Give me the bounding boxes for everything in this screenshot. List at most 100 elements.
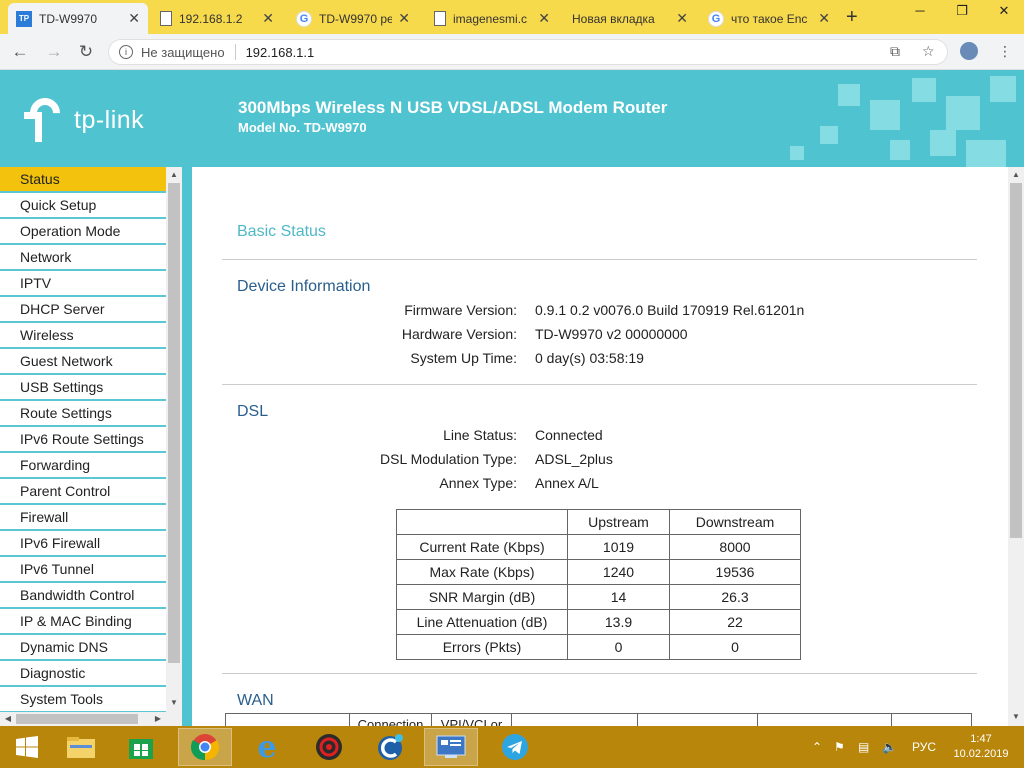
uptime-label: System Up Time: (410, 350, 517, 366)
annex-label: Annex Type: (439, 475, 517, 491)
menu-item-system-tools[interactable]: System Tools (0, 687, 166, 712)
restore-icon[interactable]: ❐ (942, 0, 982, 24)
scroll-down-icon[interactable]: ▼ (166, 698, 182, 707)
table-header-row: Connection VPI/VCI or (225, 713, 972, 726)
menu-item-ipv6-tunnel[interactable]: IPv6 Tunnel (0, 557, 166, 583)
close-tab-icon[interactable]: ✕ (128, 10, 140, 27)
scroll-right-icon[interactable]: ▶ (150, 714, 166, 723)
hardware-value: TD-W9970 v2 00000000 (535, 326, 688, 342)
browser-tab[interactable]: G что такое Enc ✕ (700, 3, 838, 34)
status-content: Basic Status Device Information Firmware… (192, 167, 1008, 726)
divider (222, 259, 977, 260)
menu-item-quick-setup[interactable]: Quick Setup (0, 193, 166, 219)
file-explorer-icon[interactable] (54, 728, 108, 766)
browser-tab[interactable]: imagenesmi.c ✕ (426, 3, 558, 34)
menu-item-status[interactable]: Status (0, 167, 166, 193)
clock[interactable]: 1:47 10.02.2019 (948, 732, 1014, 762)
scroll-up-icon[interactable]: ▲ (1008, 170, 1024, 179)
menu-item-network[interactable]: Network (0, 245, 166, 271)
menu-item-wireless[interactable]: Wireless (0, 323, 166, 349)
telegram-icon[interactable] (488, 728, 542, 766)
scrollbar-thumb[interactable] (1010, 183, 1022, 538)
remote-desktop-icon[interactable] (424, 728, 478, 766)
menu-item-firewall[interactable]: Firewall (0, 505, 166, 531)
internet-explorer-icon[interactable]: e (240, 728, 294, 766)
menu-item-guest-network[interactable]: Guest Network (0, 349, 166, 375)
new-tab-icon[interactable]: + (846, 6, 858, 29)
close-window-icon[interactable]: ✕ (984, 0, 1024, 24)
scroll-down-icon[interactable]: ▼ (1008, 712, 1024, 721)
dsl-heading: DSL (237, 403, 269, 420)
table-cell: VPI/VCI or (431, 713, 512, 726)
menu-item-ip-mac-binding[interactable]: IP & MAC Binding (0, 609, 166, 635)
address-bar[interactable]: i Не защищено 192.168.1.1 (108, 39, 948, 65)
modulation-row: DSL Modulation Type: ADSL_2plus (292, 451, 892, 467)
browser-tab[interactable]: G TD-W9970 pe ✕ (288, 3, 418, 34)
menu-item-diagnostic[interactable]: Diagnostic (0, 661, 166, 687)
scroll-left-icon[interactable]: ◀ (0, 714, 16, 723)
menu-vertical-scrollbar[interactable]: ▲ ▼ (166, 167, 182, 712)
menu-item-iptv[interactable]: IPTV (0, 271, 166, 297)
windows-start-icon[interactable] (0, 728, 54, 766)
divider (222, 384, 977, 385)
profile-avatar-icon[interactable] (960, 42, 978, 60)
tray-expand-icon[interactable]: ⌃ (812, 726, 822, 768)
close-tab-icon[interactable]: ✕ (676, 10, 688, 27)
bookmark-star-icon[interactable]: ☆ (922, 43, 935, 60)
forward-arrow-icon[interactable]: → (44, 42, 64, 62)
page-title: Basic Status (237, 223, 326, 240)
translate-icon[interactable]: ⧉ (890, 43, 900, 60)
divider (234, 44, 236, 60)
close-tab-icon[interactable]: ✕ (538, 10, 550, 27)
table-cell: Connection (349, 713, 432, 726)
info-icon[interactable]: i (119, 45, 133, 59)
browser-tab[interactable]: 192.168.1.2 ✕ (152, 3, 282, 34)
menu-item-ipv6-route-settings[interactable]: IPv6 Route Settings (0, 427, 166, 453)
table-cell (511, 713, 638, 726)
reload-icon[interactable]: ↻ (76, 42, 96, 62)
menu-horizontal-scrollbar[interactable]: ◀ ▶ (0, 712, 182, 726)
close-tab-icon[interactable]: ✕ (398, 10, 410, 27)
table-cell: Current Rate (Kbps) (396, 534, 568, 560)
close-tab-icon[interactable]: ✕ (818, 10, 830, 27)
url-text[interactable]: 192.168.1.1 (246, 45, 315, 60)
menu-item-ipv6-firewall[interactable]: IPv6 Firewall (0, 531, 166, 557)
table-cell: 14 (567, 584, 670, 610)
menu-dots-icon[interactable]: ⋮ (998, 43, 1012, 60)
menu-item-usb-settings[interactable]: USB Settings (0, 375, 166, 401)
tab-title: TD-W9970 (39, 11, 98, 26)
menu-item-parent-control[interactable]: Parent Control (0, 479, 166, 505)
back-arrow-icon[interactable]: ← (10, 42, 30, 62)
antivirus-icon[interactable] (302, 728, 356, 766)
divider (222, 673, 977, 674)
menu-item-operation-mode[interactable]: Operation Mode (0, 219, 166, 245)
line-status-row: Line Status: Connected (292, 427, 892, 443)
volume-icon[interactable]: 🔈 (882, 726, 897, 768)
firmware-label: Firmware Version: (404, 302, 517, 318)
minimize-icon[interactable]: ─ (900, 0, 940, 24)
table-cell: 1240 (567, 559, 670, 585)
scrollbar-thumb[interactable] (16, 714, 138, 724)
menu-item-forwarding[interactable]: Forwarding (0, 453, 166, 479)
action-center-flag-icon[interactable]: ⚑ (834, 726, 845, 768)
clock-time: 1:47 (970, 733, 992, 745)
table-cell: Errors (Pkts) (396, 634, 568, 660)
close-tab-icon[interactable]: ✕ (262, 10, 274, 27)
menu-item-bandwidth-control[interactable]: Bandwidth Control (0, 583, 166, 609)
store-icon[interactable] (114, 728, 168, 766)
browser-tab[interactable]: Новая вкладка ✕ (564, 3, 696, 34)
network-icon[interactable]: ▤ (858, 726, 869, 768)
scrollbar-thumb[interactable] (168, 183, 180, 663)
ccleaner-icon[interactable] (364, 728, 418, 766)
menu-item-dynamic-dns[interactable]: Dynamic DNS (0, 635, 166, 661)
chrome-icon[interactable] (178, 728, 232, 766)
content-vertical-scrollbar[interactable]: ▲ ▼ (1008, 167, 1024, 726)
menu-item-route-settings[interactable]: Route Settings (0, 401, 166, 427)
scroll-up-icon[interactable]: ▲ (166, 170, 182, 179)
table-cell (396, 509, 568, 535)
table-cell: SNR Margin (dB) (396, 584, 568, 610)
menu-item-dhcp-server[interactable]: DHCP Server (0, 297, 166, 323)
line-status-label: Line Status: (443, 427, 517, 443)
input-language[interactable]: РУС (912, 726, 936, 768)
browser-tab[interactable]: TP TD-W9970 ✕ (8, 3, 148, 34)
